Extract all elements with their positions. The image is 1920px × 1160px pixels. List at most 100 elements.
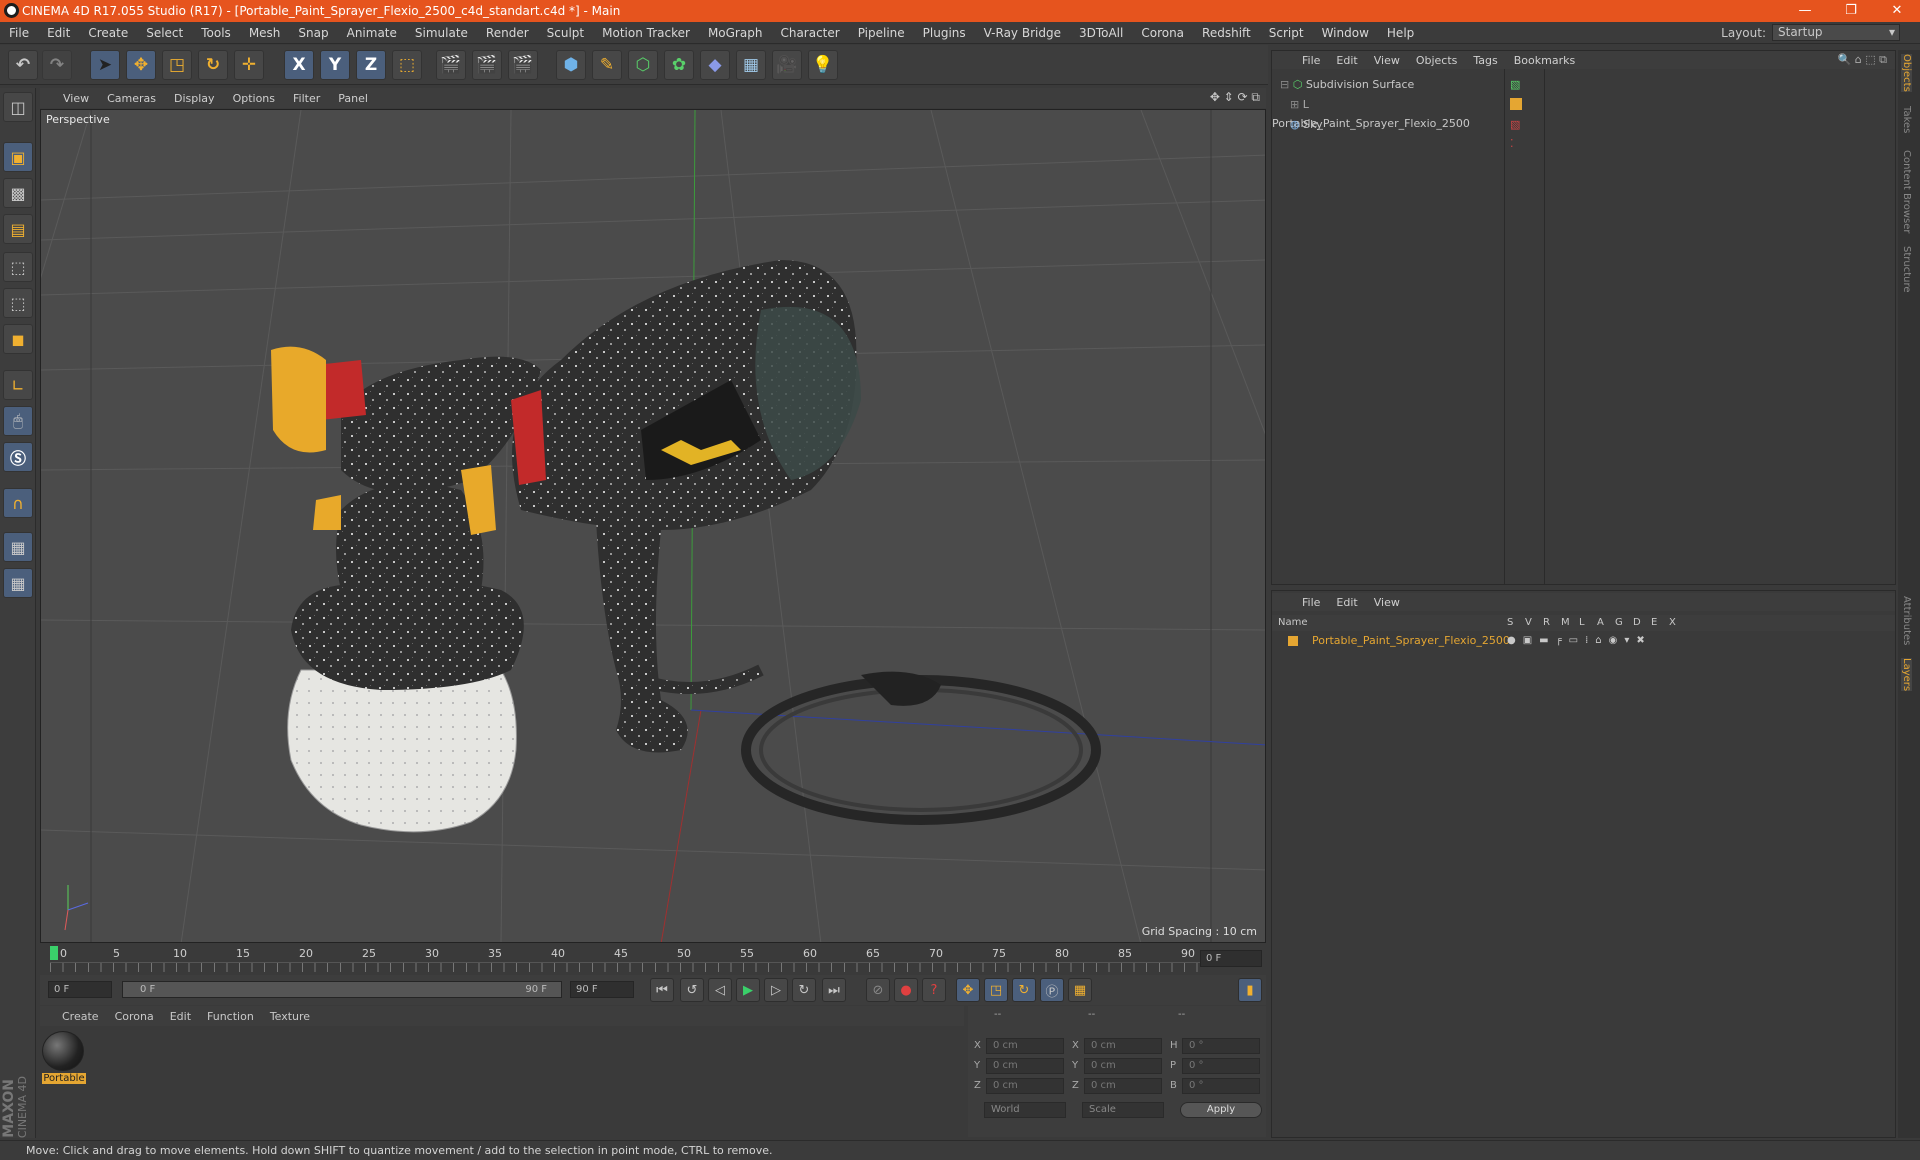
deformer-button[interactable]: ◆ xyxy=(700,50,730,80)
render-tag-icon[interactable]: ▧ ⁚ xyxy=(1510,115,1520,153)
transform-tool-button[interactable]: ✛ xyxy=(234,50,264,80)
axis-mode-button[interactable]: ∟ xyxy=(3,370,33,400)
key-position-button[interactable]: ✥ xyxy=(956,978,980,1002)
paint-sprayer-model[interactable] xyxy=(271,260,1101,833)
coord-rot-p-field[interactable]: 0 ° xyxy=(1182,1058,1260,1074)
pen-spline-button[interactable]: ✎ xyxy=(592,50,622,80)
cloner-button[interactable]: ✿ xyxy=(664,50,694,80)
menu-mesh[interactable]: Mesh xyxy=(240,26,290,40)
maximize-button[interactable]: ❐ xyxy=(1828,0,1874,22)
obj-menu-view[interactable]: View xyxy=(1366,54,1408,67)
layer-menu-view[interactable]: View xyxy=(1366,596,1408,609)
key-rotation-button[interactable]: ↻ xyxy=(1012,978,1036,1002)
layer-row[interactable]: Portable_Paint_Sprayer_Flexio_2500 ●▣▬╒▭… xyxy=(1272,633,1895,649)
snap-button[interactable]: Ⓢ xyxy=(3,442,33,472)
start-frame-field[interactable]: 0 F xyxy=(48,981,112,998)
menu-pipeline[interactable]: Pipeline xyxy=(849,26,914,40)
coord-size-y-field[interactable]: 0 cm xyxy=(1084,1058,1162,1074)
redo-button[interactable]: ↷ xyxy=(42,50,72,80)
render-picture-viewer-button[interactable]: 🎬 xyxy=(472,50,502,80)
coord-size-z-field[interactable]: 0 cm xyxy=(1084,1078,1162,1094)
grid-snap-button[interactable]: ▦ xyxy=(3,568,33,598)
object-row-subdivision-surface[interactable]: ⊟ ⬡ Subdivision Surface ▧ ✔ xyxy=(1272,75,1520,110)
end-frame-field[interactable]: 90 F xyxy=(570,981,634,998)
menu-simulate[interactable]: Simulate xyxy=(406,26,477,40)
material-menu-corona[interactable]: Corona xyxy=(107,1010,162,1023)
floor-object-button[interactable]: ▦ xyxy=(736,50,766,80)
viewport-menu-display[interactable]: Display xyxy=(165,92,224,105)
3d-viewport[interactable]: Perspective Grid Spacing : 10 cm xyxy=(40,109,1266,943)
obj-menu-file[interactable]: File xyxy=(1294,54,1328,67)
workplane-mode-button[interactable]: ▤ xyxy=(3,214,33,244)
texture-mode-button[interactable]: ▩ xyxy=(3,178,33,208)
go-to-end-button[interactable]: ⏭ xyxy=(822,978,846,1002)
magnet-button[interactable]: ∩ xyxy=(3,488,33,518)
previous-frame-button[interactable]: ◁ xyxy=(708,978,732,1002)
menu-window[interactable]: Window xyxy=(1313,26,1378,40)
viewport-menu-cameras[interactable]: Cameras xyxy=(98,92,165,105)
grid-lock-button[interactable]: ▦ xyxy=(3,532,33,562)
layer-toggle-icons[interactable]: ●▣▬╒▭⁞⌂◉▾✖ xyxy=(1507,633,1652,649)
viewport-menu-view[interactable]: View xyxy=(54,92,98,105)
x-axis-lock-button[interactable]: X xyxy=(284,50,314,80)
coord-pos-z-field[interactable]: 0 cm xyxy=(986,1078,1064,1094)
autokey-button[interactable]: ? xyxy=(922,978,946,1002)
menu-mograph[interactable]: MoGraph xyxy=(699,26,772,40)
material-menu-create[interactable]: Create xyxy=(54,1010,107,1023)
obj-menu-bookmarks[interactable]: Bookmarks xyxy=(1506,54,1583,67)
menu-corona[interactable]: Corona xyxy=(1132,26,1193,40)
key-parameter-button[interactable]: Ⓟ xyxy=(1040,978,1064,1002)
coord-scale-dropdown[interactable]: Scale xyxy=(1082,1102,1164,1118)
object-row-sprayer[interactable]: ⊞ L Portable_Paint_Sprayer_Flexio_2500 xyxy=(1272,95,1522,130)
object-row-sky[interactable]: ◍ Sky ▧ ⁚ xyxy=(1272,115,1520,150)
tab-structure[interactable]: Structure xyxy=(1901,246,1912,293)
timeline-layout-button[interactable]: ▮ xyxy=(1238,978,1262,1002)
tab-objects[interactable]: Objects xyxy=(1901,54,1912,92)
coordinate-system-button[interactable]: ⬚ xyxy=(392,50,422,80)
timeline-ruler[interactable]: 0 5 10 15 20 25 30 35 40 45 50 55 60 65 … xyxy=(40,944,1266,974)
rotate-tool-button[interactable]: ↻ xyxy=(198,50,228,80)
menu-motion-tracker[interactable]: Motion Tracker xyxy=(593,26,699,40)
tab-content-browser[interactable]: Content Browser xyxy=(1901,150,1912,233)
menu-animate[interactable]: Animate xyxy=(338,26,406,40)
menu-render[interactable]: Render xyxy=(477,26,538,40)
viewport-menu-panel[interactable]: Panel xyxy=(329,92,377,105)
current-frame-field[interactable]: 0 F xyxy=(1200,950,1262,967)
previous-key-button[interactable]: ↺ xyxy=(680,978,704,1002)
light-object-button[interactable]: 💡 xyxy=(808,50,838,80)
menu-3dtoall[interactable]: 3DToAll xyxy=(1070,26,1132,40)
menu-sculpt[interactable]: Sculpt xyxy=(538,26,593,40)
menu-redshift[interactable]: Redshift xyxy=(1193,26,1260,40)
close-button[interactable]: ✕ xyxy=(1874,0,1920,22)
edges-mode-button[interactable]: ⬚ xyxy=(3,288,33,318)
menu-help[interactable]: Help xyxy=(1378,26,1423,40)
material-swatch-portable[interactable]: Portable xyxy=(42,1031,86,1091)
layer-color-swatch[interactable] xyxy=(1288,636,1298,646)
viewport-nav-icons[interactable]: ✥ ⇕ ⟳ ⧉ xyxy=(1210,90,1260,105)
menu-script[interactable]: Script xyxy=(1260,26,1313,40)
coord-world-dropdown[interactable]: World xyxy=(984,1102,1066,1118)
camera-object-button[interactable]: 🎥 xyxy=(772,50,802,80)
menu-plugins[interactable]: Plugins xyxy=(914,26,975,40)
menu-vray-bridge[interactable]: V-Ray Bridge xyxy=(975,26,1070,40)
key-scale-button[interactable]: ◳ xyxy=(984,978,1008,1002)
keyframe-selection-button[interactable]: ⊘ xyxy=(866,978,890,1002)
material-menu-texture[interactable]: Texture xyxy=(262,1010,318,1023)
polygons-mode-button[interactable]: ◼ xyxy=(3,324,33,354)
layer-menu-file[interactable]: File xyxy=(1294,596,1328,609)
viewport-menu-options[interactable]: Options xyxy=(224,92,284,105)
playhead-marker[interactable] xyxy=(50,946,58,960)
menu-edit[interactable]: Edit xyxy=(38,26,79,40)
z-axis-lock-button[interactable]: Z xyxy=(356,50,386,80)
render-view-button[interactable]: 🎬 xyxy=(436,50,466,80)
render-settings-button[interactable]: 🎬 xyxy=(508,50,538,80)
points-mode-button[interactable]: ⬚ xyxy=(3,252,33,282)
layout-dropdown[interactable]: Startup xyxy=(1772,24,1900,41)
frame-range-slider[interactable]: 0 F 90 F xyxy=(122,981,562,998)
tab-attributes[interactable]: Attributes xyxy=(1901,596,1912,645)
next-key-button[interactable]: ↻ xyxy=(792,978,816,1002)
material-menu-function[interactable]: Function xyxy=(199,1010,262,1023)
menu-file[interactable]: File xyxy=(0,26,38,40)
menu-character[interactable]: Character xyxy=(771,26,848,40)
menu-create[interactable]: Create xyxy=(79,26,137,40)
